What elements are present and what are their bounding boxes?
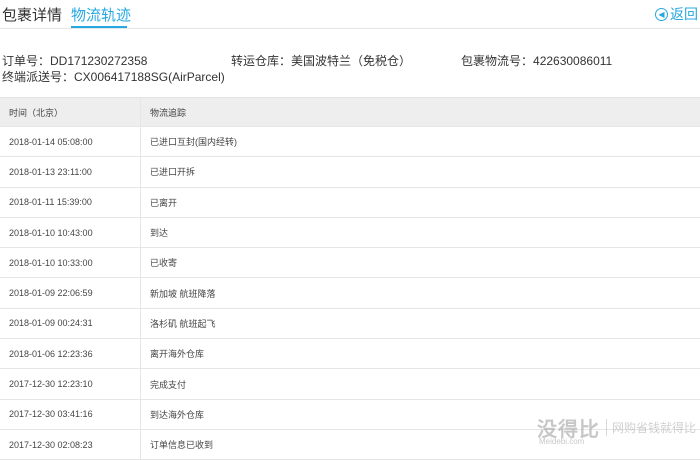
order-number: 订单号：DD171230272358 [2, 52, 147, 69]
watermark: 没得比 Meidebi.com 网购省钱就得比 [537, 413, 696, 446]
watermark-slogan: 网购省钱就得比 [605, 419, 696, 436]
row-time: 2017-12-30 03:41:16 [0, 399, 141, 429]
row-status: 到达 [150, 228, 169, 239]
package-tracking-number: 包裹物流号：422630086011 [461, 52, 612, 69]
delivery-number-label: 终端派送号： [2, 70, 75, 84]
watermark-logo-block: 没得比 Meidebi.com [537, 413, 600, 446]
row-time: 2018-01-09 00:24:31 [0, 308, 141, 339]
tab-bar: 包裹详情 物流轨迹 ◀ 返回 [0, 0, 700, 29]
row-status: 新加坡 航班降落 [150, 288, 216, 299]
table-header: 时间（北京） 物流追踪 [0, 98, 700, 127]
row-status: 已离开 [150, 197, 178, 208]
row-status: 已收寄 [150, 258, 178, 269]
row-time: 2018-01-06 12:23:36 [0, 339, 141, 369]
back-button[interactable]: ◀ 返回 [655, 4, 698, 24]
header-time: 时间（北京） [0, 98, 141, 126]
table-row: 2018-01-10 10:43:00 到达 [0, 217, 700, 249]
table-row: 2018-01-10 10:33:00 已收寄 [0, 248, 700, 279]
row-time: 2018-01-14 05:08:00 [0, 127, 141, 157]
row-time: 2018-01-13 23:11:00 [0, 157, 141, 187]
terminal-delivery-number: 终端派送号：CX006417188SG(AirParcel) [2, 68, 225, 85]
active-tab-indicator [71, 26, 127, 28]
back-label: 返回 [670, 6, 698, 22]
delivery-number-value: CX006417188SG(AirParcel) [74, 70, 225, 84]
row-status: 已进口开拆 [150, 167, 196, 178]
tab-package-details[interactable]: 包裹详情 [2, 4, 62, 25]
row-status: 离开海外仓库 [150, 349, 205, 360]
tracking-table: 时间（北京） 物流追踪 2018-01-14 05:08:00 已进口互封(国内… [0, 97, 700, 460]
tab-logistics-tracking[interactable]: 物流轨迹 [71, 4, 131, 25]
row-status: 已进口互封(国内经转) [150, 137, 237, 148]
table-row: 2018-01-09 22:06:59 新加坡 航班降落 [0, 278, 700, 309]
row-status: 洛杉矶 航班起飞 [150, 318, 216, 329]
row-time: 2018-01-11 15:39:00 [0, 187, 141, 217]
row-time: 2018-01-09 22:06:59 [0, 278, 141, 308]
watermark-site: Meidebi.com [538, 437, 585, 446]
transfer-warehouse: 转运仓库：美国波特兰（免税仓） [231, 52, 411, 69]
order-number-label: 订单号： [2, 54, 51, 68]
table-row: 2018-01-14 05:08:00 已进口互封(国内经转) [0, 127, 700, 158]
warehouse-label: 转运仓库： [231, 54, 292, 68]
row-time: 2017-12-30 12:23:10 [0, 369, 141, 399]
row-time: 2018-01-10 10:33:00 [0, 248, 141, 278]
package-number-label: 包裹物流号： [461, 54, 534, 68]
warehouse-value: 美国波特兰（免税仓） [291, 54, 412, 68]
row-time: 2017-12-30 02:08:23 [0, 429, 141, 460]
row-time: 2018-01-10 10:43:00 [0, 217, 141, 248]
table-row: 2018-01-06 12:23:36 离开海外仓库 [0, 339, 700, 370]
order-number-value: DD171230272358 [50, 54, 148, 68]
table-row: 2017-12-30 12:23:10 完成支付 [0, 369, 700, 400]
table-row: 2018-01-11 15:39:00 已离开 [0, 187, 700, 218]
table-row: 2018-01-09 00:24:31 洛杉矶 航班起飞 [0, 308, 700, 340]
back-arrow-icon: ◀ [655, 7, 668, 21]
header-tracking: 物流追踪 [150, 107, 187, 118]
row-status: 完成支付 [150, 379, 187, 390]
table-row: 2018-01-13 23:11:00 已进口开拆 [0, 157, 700, 188]
package-number-value: 422630086011 [533, 54, 613, 68]
